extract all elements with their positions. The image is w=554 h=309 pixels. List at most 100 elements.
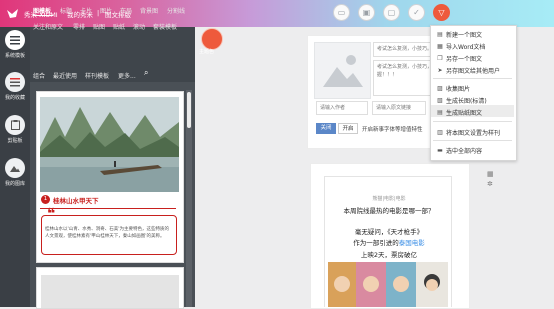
tab-image-templates[interactable]: 图模板: [33, 6, 51, 15]
menu-divider: [433, 121, 512, 122]
more-triangle-icon: ▽: [438, 8, 445, 17]
tab-more[interactable]: 更多...: [118, 71, 136, 80]
rail-item-system-templates[interactable]: 系统模板: [0, 30, 30, 59]
menu-item-select-all[interactable]: ▬ 选中全部内容: [437, 146, 482, 155]
side-tools: ▦ ✲: [487, 170, 494, 188]
tab-sticker[interactable]: 贴纸: [113, 22, 125, 31]
new-doc-icon: ▤: [437, 30, 443, 38]
select-all-icon: ▬: [437, 146, 443, 154]
tab-image[interactable]: 图片: [100, 6, 112, 15]
rail-label: 我的图库: [4, 181, 25, 187]
copy-icon: ❐: [437, 54, 443, 62]
scrollbar-thumb[interactable]: [187, 92, 191, 128]
article-line-1: 毫无疑问，《天才枪手》: [354, 228, 424, 236]
active-tab-underline: [33, 15, 53, 16]
xiumi-logo-icon[interactable]: [6, 8, 19, 19]
tab-sample[interactable]: 样刊模板: [85, 71, 109, 80]
favorites-list-icon: [5, 72, 25, 92]
original-link-field[interactable]: 请输入原文链接: [372, 101, 426, 115]
theme-color-label: 主题色: [199, 49, 215, 55]
more-menu-button[interactable]: ▽: [433, 4, 450, 21]
menu-item-new-article[interactable]: ▤ 新建一个图文: [437, 30, 482, 39]
quote-text: 桂林山水以'山青、水秀、洞奇、石美'为主要特色，这些特质的人文景观，使桂林素有'…: [45, 227, 169, 239]
tab-divider[interactable]: 分割线: [167, 6, 185, 15]
menu-divider: [433, 78, 512, 79]
tab-recent[interactable]: 最近使用: [53, 71, 77, 80]
menu-item-import-word[interactable]: ▦ 导入Word文档: [437, 42, 485, 51]
toggle-on-button[interactable]: 开启: [338, 123, 358, 134]
template-card-2-preview: [41, 275, 179, 308]
save-icon: ▣: [362, 8, 371, 17]
toggle-off-button[interactable]: 关闭: [316, 123, 336, 134]
article-line-2: 作为一部引进的泰国电影: [310, 237, 468, 247]
menu-item-set-template[interactable]: ▥ 将本图文设置为样刊: [437, 128, 500, 137]
menu-item-label: 导入Word文档: [446, 44, 486, 51]
clipboard-icon: [5, 115, 25, 135]
menu-item-label: 选中全部内容: [446, 148, 483, 155]
tab-title[interactable]: 标题: [60, 6, 72, 15]
menu-item-label: 收集图片: [446, 86, 471, 93]
rail-label: 剪贴板: [7, 138, 23, 144]
image-icon: ▨: [437, 84, 443, 92]
menu-item-sticker-article[interactable]: ▤ 生成贴纸图文: [437, 108, 482, 117]
list-icon: [5, 30, 25, 50]
menu-divider: [433, 140, 512, 141]
menu-item-label: 另存图文给其他用户: [446, 68, 501, 75]
rail-label: 系统模板: [4, 53, 25, 59]
tab-overlay[interactable]: 贴图: [93, 22, 105, 31]
sticker-icon: ▤: [437, 108, 443, 116]
folder-icon: ▭: [337, 8, 346, 17]
template-title: 桂林山水甲天下: [53, 197, 99, 205]
search-icon[interactable]: ⌕: [144, 68, 148, 78]
menu-item-label: 生成贴纸图文: [446, 110, 483, 117]
rail-label: 我的收藏: [4, 95, 25, 101]
folder-button[interactable]: ▭: [333, 4, 350, 21]
grid-icon[interactable]: ▦: [487, 170, 494, 178]
tab-layout[interactable]: 布局: [120, 6, 132, 15]
preview-icon: ▢: [387, 8, 396, 17]
tab-suite[interactable]: 套装模板: [153, 22, 177, 31]
word-icon: ▦: [437, 42, 443, 50]
tab-follow-original[interactable]: 关注和原文: [33, 22, 63, 31]
tab-zero[interactable]: 零排: [73, 22, 85, 31]
cover-image-placeholder[interactable]: [314, 42, 371, 99]
font-feature-text: 开启新事字体等增值特性: [362, 127, 423, 133]
rail-item-favorites[interactable]: 我的收藏: [0, 72, 30, 101]
settings-gear-icon[interactable]: ✲: [487, 180, 494, 188]
tab-card[interactable]: 卡片: [80, 6, 92, 15]
menu-item-long-image[interactable]: ▧ 生成长图(标清): [437, 96, 487, 105]
step-number-badge: 1: [41, 195, 50, 204]
menu-item-label: 另存一个图文: [446, 56, 483, 63]
menu-item-label: 生成长图(标清): [446, 98, 487, 105]
article-link-thai-movie[interactable]: 泰国电影: [399, 239, 425, 247]
tab-background[interactable]: 背景图: [140, 6, 158, 15]
check-icon: ✓: [413, 8, 420, 17]
menu-item-save-copy[interactable]: ❐ 另存一个图文: [437, 54, 482, 63]
save-button[interactable]: ▣: [358, 4, 375, 21]
finish-button[interactable]: ✓: [408, 4, 425, 21]
header-separator: |: [97, 9, 100, 17]
preview-button[interactable]: ▢: [383, 4, 400, 21]
template-card-2[interactable]: [36, 267, 184, 309]
share-icon: ➤: [437, 66, 443, 74]
tab-combo[interactable]: 组合: [33, 71, 45, 80]
article-line-2a: 作为一部引进的: [353, 239, 399, 247]
author-field[interactable]: 请输入作者: [316, 101, 368, 115]
article-kicker: 熊猫|电影|电影: [372, 196, 406, 202]
menu-item-label: 将本图文设置为样刊: [446, 130, 501, 137]
tab-scroll[interactable]: 滚动: [133, 22, 145, 31]
rail-item-my-gallery[interactable]: 我的图库: [0, 158, 30, 187]
rail-item-clipboard[interactable]: 剪贴板: [0, 115, 30, 144]
template-landscape-image: [40, 97, 179, 192]
template-icon: ▥: [437, 128, 443, 136]
menu-item-save-for-user[interactable]: ➤ 另存图文给其他用户: [437, 66, 500, 75]
long-image-icon: ▧: [437, 96, 443, 104]
article-headline: 本周院线最热的电影是哪一部？: [343, 207, 435, 215]
article-line-3: 上映2天，票房破亿: [360, 251, 418, 259]
title-divider: [40, 208, 176, 209]
menu-item-collect-images[interactable]: ▨ 收集图片: [437, 84, 470, 93]
theme-color-button[interactable]: [201, 28, 223, 50]
movie-poster-image: [328, 262, 448, 307]
gallery-icon: [5, 158, 25, 178]
menu-item-label: 新建一个图文: [446, 32, 483, 39]
